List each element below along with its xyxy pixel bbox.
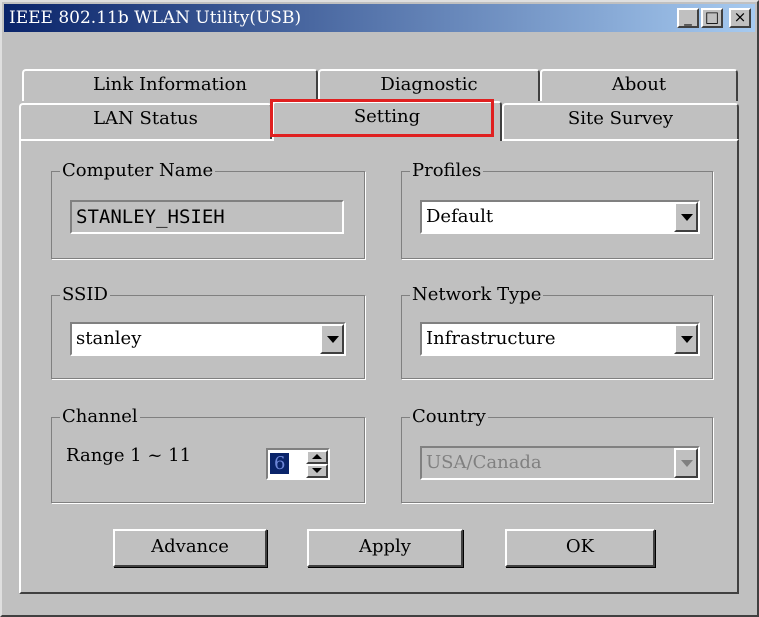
- computer-name-label: Computer Name: [60, 160, 216, 182]
- network-type-dropdown-button[interactable]: [674, 324, 698, 354]
- tab-label: LAN Status: [93, 108, 198, 129]
- channel-spin-down[interactable]: [306, 464, 328, 478]
- profiles-select[interactable]: Default: [420, 200, 700, 234]
- tab-label: Site Survey: [567, 108, 674, 129]
- chevron-down-icon: [681, 460, 693, 467]
- maximize-button[interactable]: □: [701, 8, 723, 28]
- title-bar[interactable]: IEEE 802.11b WLAN Utility(USB) _ □ ×: [4, 4, 755, 32]
- chevron-down-icon: [681, 214, 693, 221]
- ssid-value: stanley: [76, 328, 142, 349]
- computer-name-field: STANLEY_HSIEH: [70, 200, 344, 234]
- computer-name-value: STANLEY_HSIEH: [76, 206, 225, 228]
- chevron-down-icon: [327, 336, 339, 343]
- ok-button[interactable]: OK: [505, 529, 655, 567]
- country-select: USA/Canada: [420, 446, 700, 480]
- tab-lan-status[interactable]: LAN Status: [19, 103, 272, 139]
- ssid-label: SSID: [60, 284, 110, 306]
- minimize-icon: _: [684, 8, 692, 26]
- setting-panel: Computer Name STANLEY_HSIEH Profiles Def…: [19, 139, 739, 594]
- network-type-group: Network Type Infrastructure: [401, 284, 713, 379]
- ssid-select[interactable]: stanley: [70, 322, 346, 356]
- spin-down-icon: [312, 468, 322, 473]
- profiles-group: Profiles Default: [401, 160, 713, 259]
- apply-button-label: Apply: [359, 536, 411, 557]
- country-label: Country: [410, 406, 488, 428]
- network-type-value: Infrastructure: [426, 328, 556, 349]
- maximize-icon: □: [704, 8, 720, 26]
- window-title: IEEE 802.11b WLAN Utility(USB): [9, 8, 302, 28]
- apply-button[interactable]: Apply: [307, 529, 463, 567]
- channel-spin-up[interactable]: [306, 450, 328, 464]
- advance-button[interactable]: Advance: [113, 529, 267, 567]
- channel-range-text: Range 1 ~ 11: [66, 445, 192, 466]
- close-icon: ×: [733, 8, 747, 26]
- profiles-value: Default: [426, 206, 494, 227]
- channel-label: Channel: [60, 406, 140, 428]
- ok-button-label: OK: [565, 536, 595, 557]
- close-button[interactable]: ×: [729, 8, 751, 28]
- network-type-select[interactable]: Infrastructure: [420, 322, 700, 356]
- app-window: IEEE 802.11b WLAN Utility(USB) _ □ × Lin…: [0, 0, 759, 617]
- tab-link-information[interactable]: Link Information: [22, 69, 318, 101]
- tab-label: Diagnostic: [380, 74, 478, 95]
- profiles-dropdown-button[interactable]: [674, 202, 698, 232]
- channel-spinner[interactable]: 6: [266, 448, 330, 480]
- network-type-label: Network Type: [410, 284, 544, 306]
- minimize-button[interactable]: _: [677, 8, 699, 28]
- tab-label: Link Information: [93, 74, 247, 95]
- channel-value[interactable]: 6: [270, 453, 290, 474]
- setting-tab-highlight: [270, 99, 494, 137]
- advance-button-label: Advance: [151, 536, 229, 557]
- channel-group: Channel Range 1 ~ 11 6: [51, 406, 365, 503]
- profiles-label: Profiles: [410, 160, 484, 182]
- chevron-down-icon: [681, 336, 693, 343]
- ssid-dropdown-button[interactable]: [320, 324, 344, 354]
- country-group: Country USA/Canada: [401, 406, 713, 503]
- tab-site-survey[interactable]: Site Survey: [502, 103, 739, 139]
- computer-name-group: Computer Name STANLEY_HSIEH: [51, 160, 365, 259]
- country-dropdown-button: [674, 448, 698, 478]
- tab-about[interactable]: About: [540, 69, 738, 101]
- tab-diagnostic[interactable]: Diagnostic: [318, 69, 540, 101]
- tab-label: About: [611, 74, 667, 95]
- ssid-group: SSID stanley: [51, 284, 365, 379]
- country-value: USA/Canada: [426, 452, 542, 473]
- spin-up-icon: [312, 454, 322, 459]
